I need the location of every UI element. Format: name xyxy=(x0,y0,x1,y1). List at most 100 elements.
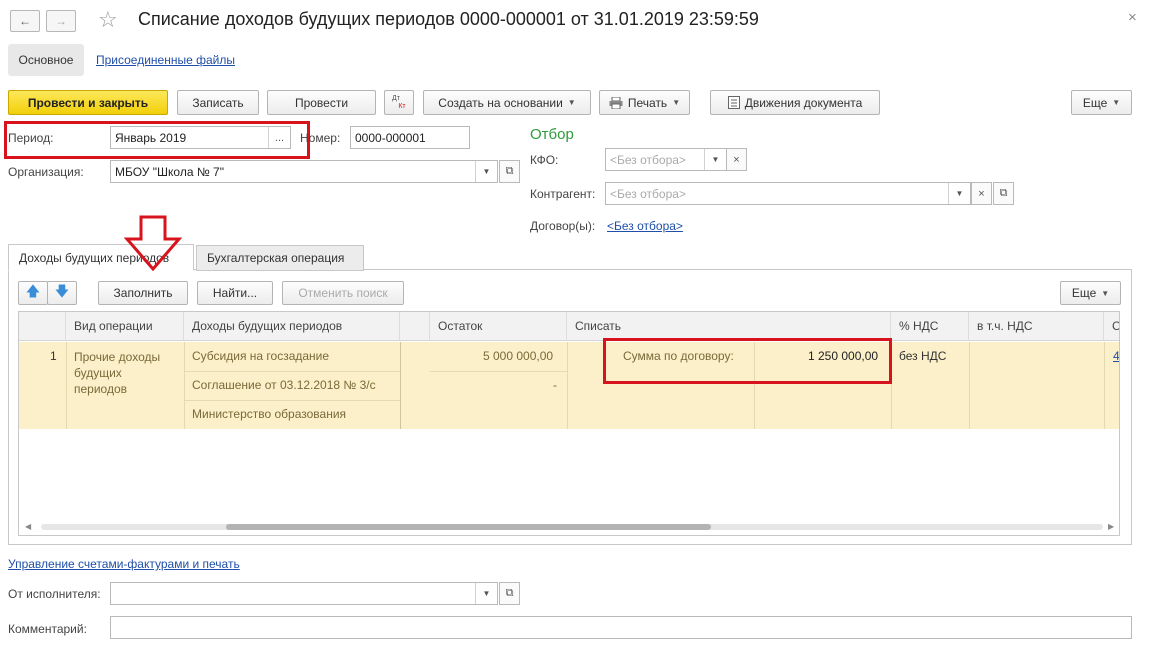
forward-button[interactable]: → xyxy=(46,10,76,32)
row-separator xyxy=(400,342,401,429)
open-icon: ⧉ xyxy=(505,587,514,599)
create-based-on-button[interactable]: Создать на основании ▼ xyxy=(423,90,591,115)
kfo-field[interactable]: <Без отбора> ▼ xyxy=(605,148,727,171)
contractor-open-button[interactable]: ⧉ xyxy=(993,182,1014,205)
col-header-vat-amount-label: в т.ч. НДС xyxy=(977,319,1033,333)
more-label: Еще xyxy=(1082,95,1108,110)
col-header-vat-rate[interactable]: % НДС xyxy=(891,312,969,341)
save-button[interactable]: Записать xyxy=(177,90,259,115)
cell-cut[interactable]: 4 xyxy=(1113,349,1119,363)
section-attached-files[interactable]: Присоединенные файлы xyxy=(96,53,235,67)
table-more-label: Еще xyxy=(1071,286,1097,300)
arrow-up-icon: 🡅 xyxy=(25,283,41,299)
window-title: Списание доходов будущих периодов 0000-0… xyxy=(138,9,759,29)
kfo-dropdown[interactable]: ▼ xyxy=(704,149,726,170)
executor-label: От исполнителя: xyxy=(8,587,101,601)
star-icon[interactable]: ☆ xyxy=(98,7,118,33)
dtkt-button[interactable]: Дт Кт xyxy=(384,90,414,115)
period-field[interactable]: Январь 2019 ... xyxy=(110,126,291,149)
cell-operation-line: периодов xyxy=(74,382,128,396)
post-and-close-button[interactable]: Провести и закрыть xyxy=(8,90,168,115)
executor-open-button[interactable]: ⧉ xyxy=(499,582,520,605)
kfo-clear-button[interactable]: × xyxy=(726,148,747,171)
number-field[interactable]: 0000-000001 xyxy=(350,126,470,149)
executor-field[interactable]: ▼ xyxy=(110,582,498,605)
cell-income-agreement[interactable]: Соглашение от 03.12.2018 № 3/с xyxy=(192,378,376,392)
organization-dropdown[interactable]: ▼ xyxy=(475,161,497,182)
col-header-writeoff[interactable]: Списать xyxy=(567,312,891,341)
cell-vat-rate[interactable]: без НДС xyxy=(899,349,946,363)
col-header-vat-amount[interactable]: в т.ч. НДС xyxy=(969,312,1104,341)
cell-balance[interactable]: 5 000 000,00 xyxy=(483,349,553,363)
organization-value: МБОУ "Школа № 7" xyxy=(115,164,224,179)
fill-button[interactable]: Заполнить xyxy=(98,281,188,305)
table-more-button[interactable]: Еще ▼ xyxy=(1060,281,1121,305)
tab-accounting-operation-label: Бухгалтерская операция xyxy=(207,251,345,265)
print-button[interactable]: Печать ▼ xyxy=(599,90,690,115)
period-label: Период: xyxy=(8,131,54,145)
organization-label: Организация: xyxy=(8,165,84,179)
number-label: Номер: xyxy=(300,131,341,145)
kfo-label: КФО: xyxy=(530,153,559,167)
cancel-search-label: Отменить поиск xyxy=(298,286,388,300)
cell-writeoff-label: Сумма по договору: xyxy=(623,349,734,363)
document-movements-button[interactable]: Движения документа xyxy=(710,90,880,115)
find-label: Найти... xyxy=(212,286,258,300)
row-separator xyxy=(567,342,568,429)
row-separator xyxy=(184,342,185,429)
col-header-blank xyxy=(400,312,430,341)
printer-icon xyxy=(609,96,623,109)
col-header-operation[interactable]: Вид операции xyxy=(66,312,184,341)
chevron-down-icon: ▼ xyxy=(567,98,576,107)
more-button[interactable]: Еще ▼ xyxy=(1071,90,1132,115)
contracts-label: Договор(ы): xyxy=(530,219,596,233)
fill-label: Заполнить xyxy=(113,286,173,300)
chevron-down-icon: ▼ xyxy=(1101,288,1110,298)
kfo-placeholder: <Без отбора> xyxy=(610,152,686,167)
back-button[interactable]: ← xyxy=(10,10,40,32)
move-down-button[interactable]: 🡇 xyxy=(47,281,77,305)
move-up-button[interactable]: 🡅 xyxy=(18,281,48,305)
contractor-dropdown[interactable]: ▼ xyxy=(948,183,970,204)
cell-income-subsidy[interactable]: Субсидия на госзадание xyxy=(192,349,329,363)
chevron-down-icon: ▼ xyxy=(672,98,681,107)
cell-operation-line: Прочие доходы xyxy=(74,350,161,364)
tab-accounting-operation[interactable]: Бухгалтерская операция xyxy=(196,245,364,271)
period-select-button[interactable]: ... xyxy=(268,127,290,148)
post-and-close-label: Провести и закрыть xyxy=(27,95,149,110)
col-header-balance[interactable]: Остаток xyxy=(430,312,567,341)
organization-field[interactable]: МБОУ "Школа № 7" ▼ xyxy=(110,160,498,183)
post-label: Провести xyxy=(294,95,349,110)
col-header-vat-rate-label: % НДС xyxy=(899,319,939,333)
cancel-search-button[interactable]: Отменить поиск xyxy=(282,281,404,305)
chevron-down-icon: ▼ xyxy=(482,167,491,176)
cell-operation-line: будущих xyxy=(74,366,122,380)
cell-income-grantor[interactable]: Министерство образования xyxy=(192,407,346,421)
organization-open-button[interactable]: ⧉ xyxy=(499,160,520,183)
open-icon: ⧉ xyxy=(505,165,514,177)
chevron-down-icon: ▼ xyxy=(482,589,491,598)
row-separator xyxy=(184,371,400,372)
find-button[interactable]: Найти... xyxy=(197,281,273,305)
col-header-cut[interactable]: С xyxy=(1104,312,1120,341)
scroll-left-icon[interactable]: ◀ xyxy=(25,522,31,531)
cell-writeoff-value[interactable]: 1 250 000,00 xyxy=(808,349,878,363)
post-button[interactable]: Провести xyxy=(267,90,376,115)
col-header-income[interactable]: Доходы будущих периодов xyxy=(184,312,400,341)
scrollbar-thumb[interactable] xyxy=(226,524,711,530)
contractor-clear-button[interactable]: × xyxy=(971,182,992,205)
clear-icon: × xyxy=(978,187,985,200)
period-value: Январь 2019 xyxy=(115,130,187,145)
col-header-cut-label: С xyxy=(1112,319,1120,333)
chevron-down-icon: ▼ xyxy=(955,189,964,198)
cell-operation[interactable]: Прочие доходы будущих периодов xyxy=(74,349,160,397)
contractor-field[interactable]: <Без отбора> ▼ xyxy=(605,182,971,205)
section-main[interactable]: Основное xyxy=(8,44,84,76)
row-separator xyxy=(1104,342,1105,429)
invoice-management-link[interactable]: Управление счетами-фактурами и печать xyxy=(8,557,240,571)
executor-dropdown[interactable]: ▼ xyxy=(475,583,497,604)
comment-field[interactable] xyxy=(110,616,1132,639)
contracts-link[interactable]: <Без отбора> xyxy=(607,219,683,233)
scroll-right-icon[interactable]: ▶ xyxy=(1108,522,1114,531)
close-icon[interactable]: × xyxy=(1128,9,1137,26)
